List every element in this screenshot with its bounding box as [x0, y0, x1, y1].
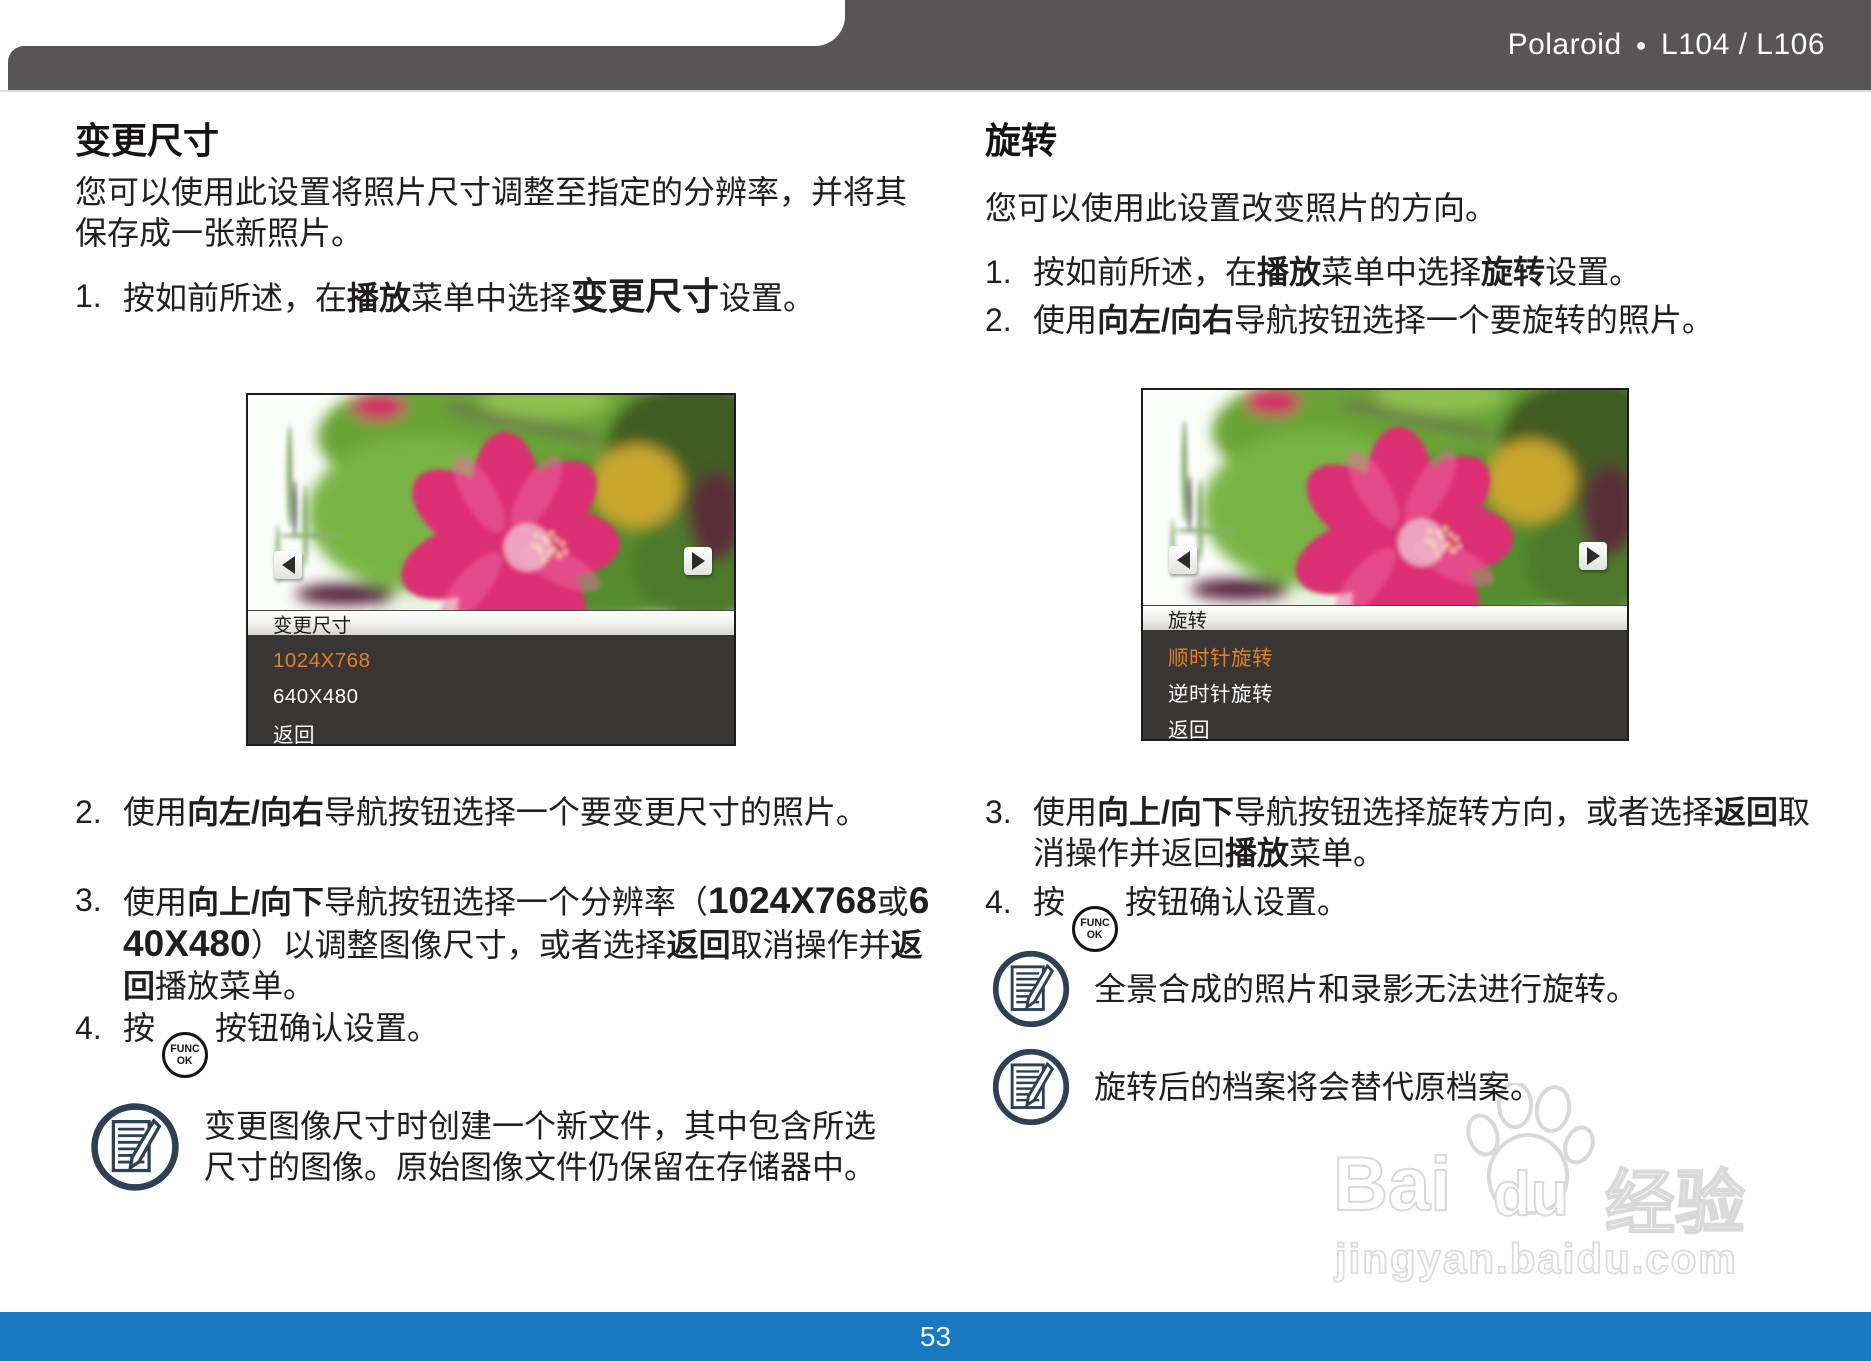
step-text: 使用向左/向右导航按钮选择一个要变更尺寸的照片。 [123, 794, 868, 830]
screen-menu-title: 旋转 [1143, 605, 1627, 632]
screen-menu-title: 变更尺寸 [248, 610, 734, 637]
header-white-tab [0, 0, 845, 46]
resize-step-1: 1. 按如前所述，在播放菜单中选择变更尺寸设置。 [75, 276, 925, 319]
left-triangle-icon [281, 556, 295, 574]
camera-screen-rotate: 旋转 顺时针旋转 逆时针旋转 返回 [1141, 388, 1629, 742]
header-title: Polaroid ● L104 / L106 [1508, 22, 1825, 68]
menu-item-rotate-cw: 顺时针旋转 [1168, 647, 1273, 670]
note-text: 旋转后的档案将会替代原档案。 [1094, 1068, 1543, 1105]
rotate-intro: 您可以使用此设置改变照片的方向。 [985, 190, 1498, 226]
step-number: 1. [985, 254, 1012, 290]
step-number: 4. [75, 1010, 102, 1046]
note-icon [990, 948, 1072, 1030]
func-ok-button-icon: FUNC OK [162, 1032, 209, 1079]
resize-step-3: 3. 使用向上/向下导航按钮选择一个分辨率（1024X768或640X480）以… [75, 880, 930, 1007]
resize-step-2: 2. 使用向左/向右导航按钮选择一个要变更尺寸的照片。 [75, 792, 925, 833]
header-underline [0, 90, 1871, 92]
rotate-step-3: 3. 使用向上/向下导航按钮选择旋转方向，或者选择返回取消操作并返回播放菜单。 [985, 792, 1835, 874]
step-text: 使用向上/向下导航按钮选择一个分辨率（1024X768或640X480）以调整图… [123, 880, 930, 1004]
camera-screen-resize: 变更尺寸 1024X768 640X480 返回 [246, 393, 736, 747]
next-arrow-button [684, 547, 712, 575]
step-text: 按如前所述，在播放菜单中选择变更尺寸设置。 [123, 276, 816, 317]
resize-step-4: 4. 按 FUNC OK 按钮确认设置。 [75, 1008, 925, 1079]
next-arrow-button [1579, 542, 1607, 570]
func-ok-button-icon: FUNC OK [1072, 906, 1119, 953]
footer-bar: 53 [0, 1312, 1871, 1361]
manual-page: Polaroid ● L104 / L106 Bai du 经验 jingyan… [0, 0, 1871, 1361]
menu-item-640x480: 640X480 [273, 685, 359, 708]
rotate-note-1: 全景合成的照片和录影无法进行旋转。 [990, 948, 1810, 1030]
step-text: 使用向上/向下导航按钮选择旋转方向，或者选择返回取消操作并返回播放菜单。 [1033, 794, 1810, 871]
note-text: 全景合成的照片和录影无法进行旋转。 [1094, 970, 1639, 1007]
menu-item-return: 返回 [273, 724, 315, 747]
step-text: 使用向左/向右导航按钮选择一个要旋转的照片。 [1033, 302, 1714, 338]
watermark-bai: Bai [1332, 1141, 1452, 1228]
step-text: 按 FUNC OK 按钮确认设置。 [123, 1008, 925, 1079]
menu-item-rotate-ccw: 逆时针旋转 [1168, 683, 1273, 706]
flower-photo [1143, 390, 1627, 605]
step-number: 2. [985, 302, 1012, 338]
right-triangle-icon [1586, 547, 1600, 565]
resize-intro: 您可以使用此设置将照片尺寸调整至指定的分辨率，并将其保存成一张新照片。 [75, 174, 908, 251]
prev-arrow-button [274, 551, 302, 579]
page-number: 53 [919, 1320, 952, 1352]
menu-item-1024x768: 1024X768 [273, 649, 371, 672]
screen-menu: 顺时针旋转 逆时针旋转 返回 [1143, 630, 1627, 742]
note-icon [88, 1100, 182, 1194]
watermark-url: jingyan.baidu.com [1334, 1234, 1738, 1283]
rotate-step-2: 2. 使用向左/向右导航按钮选择一个要旋转的照片。 [985, 300, 1845, 341]
resize-note: 变更图像尺寸时创建一个新文件，其中包含所选尺寸的图像。原始图像文件仍保留在存储器… [88, 1100, 888, 1194]
bullet-icon: ● [1635, 35, 1648, 55]
note-icon [990, 1046, 1072, 1128]
step-text: 按如前所述，在播放菜单中选择旋转设置。 [1033, 254, 1642, 290]
watermark-jingyan: 经验 [1604, 1163, 1746, 1243]
step-number: 2. [75, 794, 102, 830]
flower-photo [248, 395, 734, 610]
right-triangle-icon [691, 552, 705, 570]
section-title-rotate: 旋转 [985, 120, 1058, 161]
prev-arrow-button [1169, 546, 1197, 574]
rotate-note-2: 旋转后的档案将会替代原档案。 [990, 1046, 1810, 1128]
brand-name: Polaroid [1507, 28, 1622, 61]
step-number: 3. [75, 882, 102, 918]
menu-item-return: 返回 [1168, 719, 1210, 742]
step-number: 1. [75, 278, 102, 314]
step-number: 3. [985, 794, 1012, 830]
step-text: 按 FUNC OK 按钮确认设置。 [1033, 882, 1835, 953]
screen-menu: 1024X768 640X480 返回 [248, 635, 734, 747]
note-text: 变更图像尺寸时创建一个新文件，其中包含所选尺寸的图像。原始图像文件仍保留在存储器… [204, 1108, 877, 1185]
rotate-step-4: 4. 按 FUNC OK 按钮确认设置。 [985, 882, 1835, 953]
left-triangle-icon [1176, 551, 1190, 569]
model-name: L104 / L106 [1661, 28, 1825, 61]
section-title-resize: 变更尺寸 [75, 120, 220, 161]
rotate-step-1: 1. 按如前所述，在播放菜单中选择旋转设置。 [985, 252, 1835, 293]
step-number: 4. [985, 884, 1012, 920]
watermark-du: du [1492, 1159, 1570, 1230]
